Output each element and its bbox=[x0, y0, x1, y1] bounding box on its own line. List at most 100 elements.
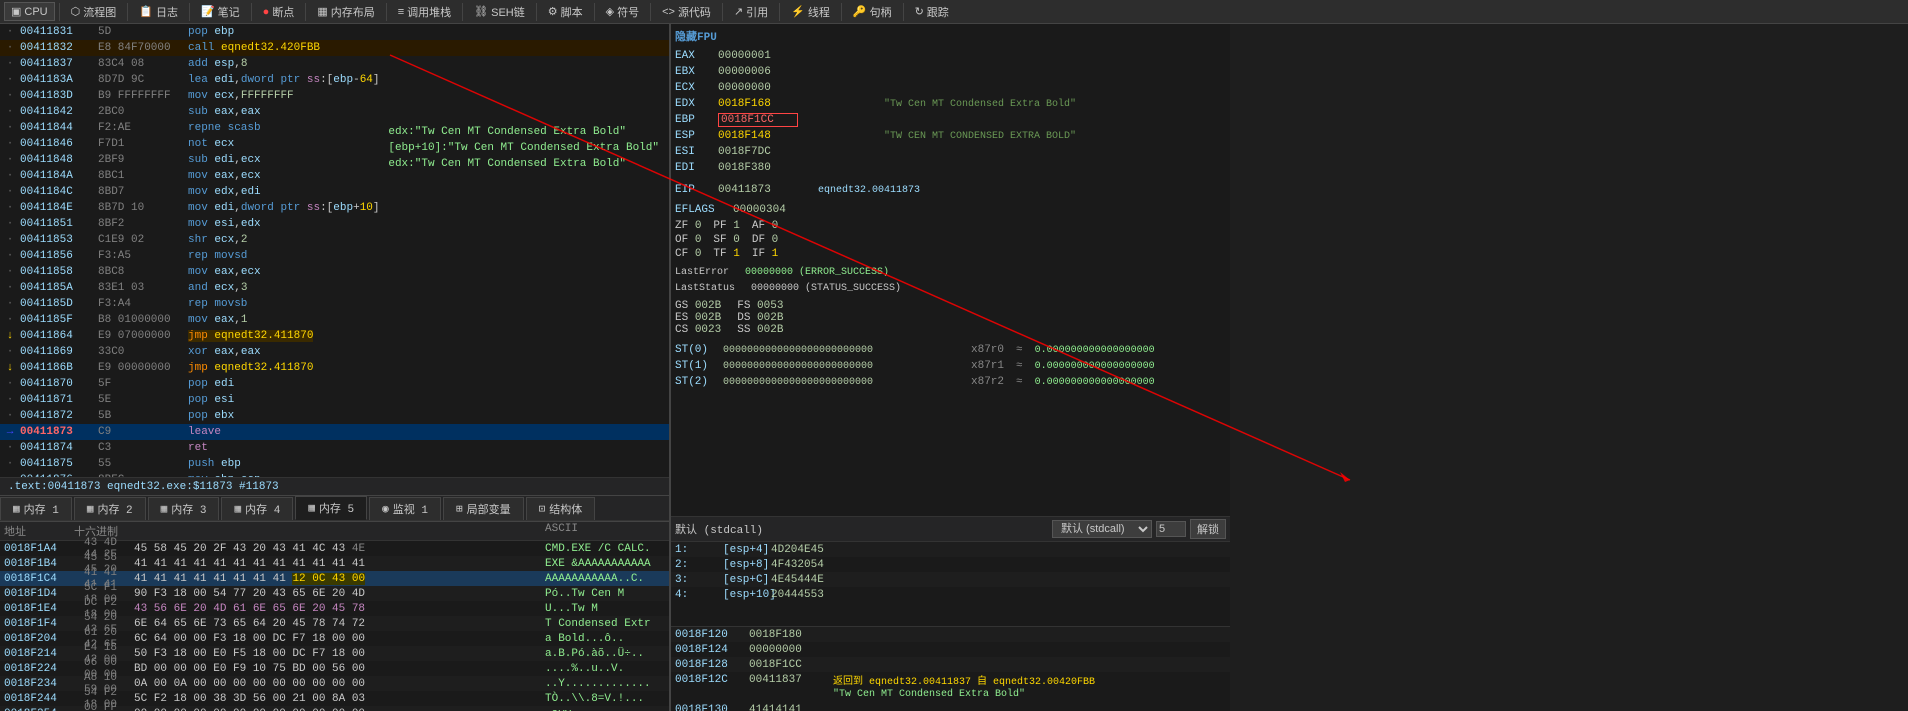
disasm-row[interactable]: · 00411870 5F pop edi bbox=[0, 376, 669, 392]
disasm-instr: repne scasb bbox=[188, 122, 261, 134]
disasm-bytes: 2BF9 bbox=[98, 154, 188, 166]
disasm-row[interactable]: · 00411875 55 push ebp bbox=[0, 456, 669, 472]
disasm-bytes: 83C4 08 bbox=[98, 58, 188, 70]
stack-row[interactable]: 3: [esp+C] 4E45444E bbox=[671, 572, 1230, 587]
break-icon: ● bbox=[263, 6, 270, 18]
tab-struct[interactable]: ⊡ 结构体 bbox=[526, 497, 596, 520]
disasm-row[interactable]: · 00411876 8BEC mov ebp,esp bbox=[0, 472, 669, 477]
toolbar-log[interactable]: 📋 日志 bbox=[132, 1, 185, 23]
disasm-addr: 0041185D bbox=[18, 298, 98, 310]
disasm-row[interactable]: · 0041185A 83E1 03 and ecx,3 bbox=[0, 280, 669, 296]
disasm-row[interactable]: · 0041184C 8BD7 mov edx,edi bbox=[0, 184, 669, 200]
hex-col-hex bbox=[129, 523, 545, 539]
disasm-bytes: F3:A4 bbox=[98, 298, 188, 310]
toolbar-threads[interactable]: ⚡ 线程 bbox=[784, 1, 837, 23]
toolbar-seh[interactable]: ⛓ SEH链 bbox=[467, 1, 532, 23]
disasm-row[interactable]: · 00411869 33C0 xor eax,eax bbox=[0, 344, 669, 360]
toolbar-callstack[interactable]: ≡ 调用堆栈 bbox=[391, 1, 458, 23]
fpu-st2: ST(2) 0000000000000000000000000 x87r2 ≈ … bbox=[675, 374, 1226, 390]
disasm-addr: 0041183D bbox=[18, 90, 98, 102]
disasm-row[interactable]: · 00411856 F3:A5 rep movsd bbox=[0, 248, 669, 264]
stack-count-input[interactable] bbox=[1156, 521, 1186, 537]
tab-memory4[interactable]: ▦ 内存 4 bbox=[221, 497, 293, 520]
toolbar-memory-layout[interactable]: ▦ 内存布局 bbox=[310, 1, 381, 23]
hex-row[interactable]: 0018F254 00 FF FF 00 00 00 00 00 00 00 0… bbox=[0, 706, 669, 711]
cpu-icon: ▣ bbox=[11, 5, 21, 18]
toolbar-trace[interactable]: ↻ 跟踪 bbox=[908, 1, 956, 23]
toolbar-handles[interactable]: 🔑 句柄 bbox=[846, 1, 899, 23]
disasm-addr: 00411831 bbox=[18, 26, 98, 38]
locals-icon: ⊞ bbox=[456, 502, 463, 516]
stack-row[interactable]: 1: [esp+4] 4D204E45 bbox=[671, 542, 1230, 557]
disasm-instr: pop esi bbox=[188, 394, 234, 406]
tab-memory5[interactable]: ▦ 内存 5 bbox=[295, 496, 367, 520]
stack-right-row[interactable]: 0018F124 00000000 bbox=[671, 642, 1230, 657]
disasm-row[interactable]: · 00411851 8BF2 mov esi,edx bbox=[0, 216, 669, 232]
disasm-row[interactable]: · 00411858 8BC8 mov eax,ecx bbox=[0, 264, 669, 280]
disasm-row[interactable]: · 0041183A 8D7D 9C lea edi,dword ptr ss:… bbox=[0, 72, 669, 88]
right-panel: 隐藏FPU EAX 00000001 EBX 00000006 ECX 0000… bbox=[670, 24, 1230, 711]
tab-locals[interactable]: ⊞ 局部变量 bbox=[443, 497, 524, 520]
disasm-instr: jmp eqnedt32.411870 bbox=[188, 362, 313, 374]
disasm-instr: xor eax,eax bbox=[188, 346, 261, 358]
toolbar-notes[interactable]: 📝 笔记 bbox=[194, 1, 247, 23]
toolbar-references[interactable]: ↗ 引用 bbox=[727, 1, 775, 23]
disasm-row[interactable]: · 00411846 F7D1 not ecx bbox=[0, 136, 669, 152]
bottom-tab-bar: ▦ 内存 1 ▦ 内存 2 ▦ 内存 3 ▦ 内存 4 ▦ 内存 5 ◉ 监视 … bbox=[0, 495, 669, 521]
disasm-bytes: 83E1 03 bbox=[98, 282, 188, 294]
stack-icon: ≡ bbox=[398, 6, 404, 18]
stack-calling-select[interactable]: 默认 (stdcall) bbox=[1052, 520, 1152, 538]
disasm-row[interactable]: · 00411844 F2:AE repne scasb bbox=[0, 120, 669, 136]
toolbar-breakpoints[interactable]: ● 断点 bbox=[256, 1, 302, 23]
stack-unlock-btn[interactable]: 解锁 bbox=[1190, 519, 1226, 539]
disasm-addr: 00411858 bbox=[18, 266, 98, 278]
disasm-row[interactable]: · 00411837 83C4 08 add esp,8 bbox=[0, 56, 669, 72]
disasm-row[interactable]: ↓ 00411864 E9 07000000 jmp eqnedt32.4118… bbox=[0, 328, 669, 344]
disasm-row[interactable]: · 0041183D B9 FFFFFFFF mov ecx,FFFFFFFF bbox=[0, 88, 669, 104]
disasm-row[interactable]: · 00411853 C1E9 02 shr ecx,2 bbox=[0, 232, 669, 248]
disasm-row[interactable]: · 0041184A 8BC1 mov eax,ecx bbox=[0, 168, 669, 184]
flags-row1: ZF 0 PF 1 AF 0 bbox=[675, 220, 1226, 232]
mem-icon: ▦ bbox=[317, 5, 327, 18]
arrow-cell: · bbox=[2, 474, 18, 477]
toolbar-cpu[interactable]: ▣ CPU bbox=[4, 2, 55, 21]
mem-icon3: ▦ bbox=[161, 502, 168, 516]
fpu-st1: ST(1) 0000000000000000000000000 x87r1 ≈ … bbox=[675, 358, 1226, 374]
disasm-row[interactable]: · 00411871 5E pop esi bbox=[0, 392, 669, 408]
disasm-addr: 00411874 bbox=[18, 442, 98, 454]
arrow-cell: · bbox=[2, 346, 18, 358]
disasm-instr: push ebp bbox=[188, 458, 241, 470]
disasm-row[interactable]: · 00411831 5D pop ebp bbox=[0, 24, 669, 40]
tab-memory3[interactable]: ▦ 内存 3 bbox=[148, 497, 220, 520]
tab-memory1[interactable]: ▦ 内存 1 bbox=[0, 497, 72, 520]
disasm-row[interactable]: · 00411832 E8 84F70000 call eqnedt32.420… bbox=[0, 40, 669, 56]
tab-memory2[interactable]: ▦ 内存 2 bbox=[74, 497, 146, 520]
toolbar-flowchart[interactable]: ⬡ 流程图 bbox=[64, 1, 124, 23]
disasm-addr: 00411848 bbox=[18, 154, 98, 166]
stack-right-row-return[interactable]: 0018F12C 00411837 返回到 eqnedt32.00411837 … bbox=[671, 672, 1230, 687]
stack-right-row[interactable]: 0018F130 41414141 bbox=[671, 702, 1230, 711]
stack-row[interactable]: 4: [esp+10] 20444553 bbox=[671, 587, 1230, 602]
disasm-row[interactable]: · 00411872 5B pop ebx bbox=[0, 408, 669, 424]
disasm-row[interactable]: · 00411874 C3 ret bbox=[0, 440, 669, 456]
disasm-row[interactable]: ↓ 0041186B E9 00000000 jmp eqnedt32.4118… bbox=[0, 360, 669, 376]
stack-row[interactable]: 2: [esp+8] 4F432054 bbox=[671, 557, 1230, 572]
stack-right-row[interactable]: 0018F128 0018F1CC bbox=[671, 657, 1230, 672]
disasm-row[interactable]: · 00411842 2BC0 sub eax,eax bbox=[0, 104, 669, 120]
tab-watch1[interactable]: ◉ 监视 1 bbox=[369, 497, 441, 520]
disasm-row[interactable]: · 0041185F B8 01000000 mov eax,1 bbox=[0, 312, 669, 328]
disasm-instr: lea edi,dword ptr ss:[ebp-64] bbox=[188, 74, 380, 86]
separator bbox=[386, 3, 387, 21]
trace-icon: ↻ bbox=[915, 5, 924, 18]
toolbar-script[interactable]: ⚙ 脚本 bbox=[541, 1, 590, 23]
stack-right-row[interactable]: 0018F120 0018F180 bbox=[671, 627, 1230, 642]
separator bbox=[127, 3, 128, 21]
disasm-row[interactable]: · 0041184E 8B7D 10 mov edi,dword ptr ss:… bbox=[0, 200, 669, 216]
disasm-row[interactable]: · 00411848 2BF9 sub edi,ecx bbox=[0, 152, 669, 168]
disasm-row[interactable]: · 0041185D F3:A4 rep movsb bbox=[0, 296, 669, 312]
reg-row-edi: EDI 0018F380 bbox=[675, 160, 1226, 176]
toolbar-symbol[interactable]: ◈ 符号 bbox=[599, 1, 646, 23]
arrow-cell: · bbox=[2, 74, 18, 86]
toolbar-source[interactable]: <> 源代码 bbox=[655, 1, 718, 23]
disasm-row-current[interactable]: → 00411873 C9 leave bbox=[0, 424, 669, 440]
